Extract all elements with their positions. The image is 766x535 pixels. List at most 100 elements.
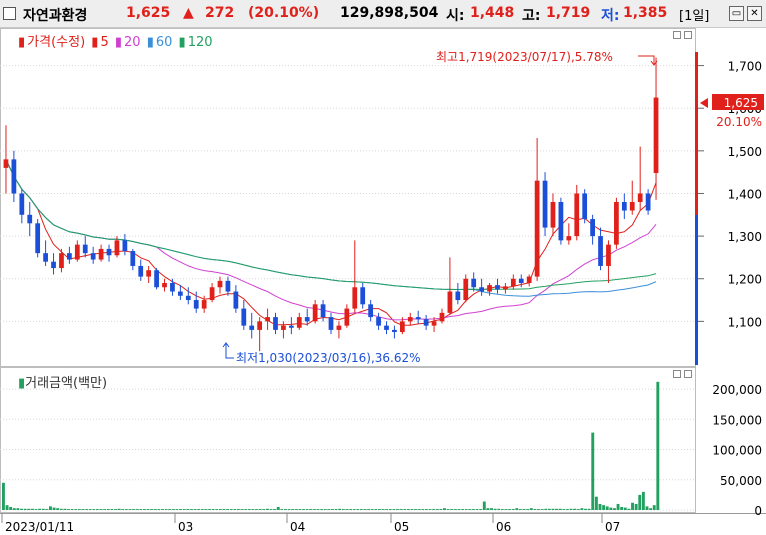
volume-bar <box>244 509 248 510</box>
volume-bars <box>2 381 660 510</box>
close-button[interactable]: ✕ <box>747 6 762 21</box>
candle-body <box>328 317 334 330</box>
period-selector[interactable]: [1일] <box>679 5 709 24</box>
candle-body <box>59 253 64 269</box>
low-arrow-icon <box>222 342 234 359</box>
select-checkbox[interactable] <box>3 7 16 20</box>
volume-bar <box>493 508 497 510</box>
volume-bar <box>157 509 161 510</box>
trade-volume: 129,898,504 <box>340 5 439 21</box>
volume-bar <box>265 508 269 510</box>
candle-body <box>154 270 159 288</box>
volume-bar <box>652 505 656 510</box>
candle-body <box>471 278 477 288</box>
x-tick-label: 07 <box>605 520 620 534</box>
volume-bar <box>124 509 128 510</box>
volume-bar <box>269 509 273 510</box>
candle-body <box>566 236 572 241</box>
candle-body <box>637 193 643 202</box>
volume-bar <box>85 509 89 510</box>
volume-bar <box>161 509 164 510</box>
volume-bar <box>569 508 573 510</box>
candle-body <box>415 317 421 320</box>
volume-bar <box>584 508 587 510</box>
volume-bar <box>12 508 16 510</box>
volume-bar <box>323 509 327 510</box>
volume-bar <box>334 509 338 510</box>
volume-bar <box>425 509 428 510</box>
candle-body <box>11 159 17 194</box>
volume-bar <box>504 509 508 510</box>
volume-bar <box>56 508 60 510</box>
volume-bar <box>153 509 157 510</box>
volume-bar <box>255 509 258 510</box>
volume-bar <box>331 509 334 510</box>
volume-tick-label: 200,000 <box>712 383 762 397</box>
x-tick-label: 2023/01/11 <box>5 520 74 534</box>
candle-body <box>510 278 516 287</box>
volume-bar <box>468 509 472 510</box>
candle-body <box>138 265 144 277</box>
volume-bar <box>171 509 175 510</box>
x-tick-label: 03 <box>178 520 193 534</box>
volume-bar <box>435 509 439 510</box>
volume-bar <box>428 509 432 510</box>
current-price: 1,625 <box>126 5 171 21</box>
volume-bar <box>656 381 660 510</box>
volume-bar <box>305 509 309 510</box>
volume-bar <box>23 508 27 510</box>
candle-body <box>304 317 310 322</box>
volume-bar <box>222 509 226 510</box>
volume-bar <box>526 509 530 510</box>
volume-bar <box>403 509 407 510</box>
candle-body <box>463 278 469 301</box>
volume-bar <box>381 509 385 510</box>
stock-name: 자연과환경 <box>23 8 88 24</box>
candle-body <box>170 283 175 292</box>
volume-bar <box>359 509 363 510</box>
candle-body <box>114 240 120 256</box>
volume-bar <box>81 509 85 510</box>
volume-bar <box>414 509 418 510</box>
candle-body <box>606 244 611 266</box>
restore-button[interactable]: ▭ <box>729 6 744 21</box>
volume-bar <box>475 509 479 510</box>
volume-bar <box>356 509 360 510</box>
volume-bar <box>519 509 522 510</box>
candle-body <box>249 325 255 330</box>
candle-body <box>392 329 397 333</box>
volume-bar <box>490 508 493 510</box>
open-price: 1,448 <box>470 5 515 21</box>
volume-bar <box>421 509 425 510</box>
volume-bar <box>461 509 465 510</box>
candle-body <box>281 325 286 330</box>
volume-bar <box>284 509 287 510</box>
candle-body <box>621 202 627 211</box>
price-change-pct: (20.10%) <box>248 5 320 21</box>
volume-bar <box>20 508 23 510</box>
volume-bar <box>251 509 255 510</box>
candle-body <box>51 261 56 269</box>
volume-bar <box>237 509 240 510</box>
volume-bar <box>175 509 179 510</box>
volume-bar <box>352 509 356 510</box>
volume-bar <box>558 508 562 510</box>
x-tick-label: 05 <box>394 520 409 534</box>
volume-bar <box>388 509 392 510</box>
candle-body <box>3 159 9 168</box>
volume-bar <box>486 508 490 510</box>
volume-bar <box>240 509 244 510</box>
volume-bar <box>121 509 125 510</box>
candle-body <box>518 278 524 283</box>
candle-body <box>201 300 207 309</box>
volume-bar <box>540 509 544 510</box>
candle-body <box>574 193 580 237</box>
volume-bar <box>406 509 410 510</box>
candle-body <box>495 285 500 290</box>
volume-bar <box>193 509 197 510</box>
candle-body <box>629 202 635 211</box>
volume-bar <box>312 509 316 510</box>
volume-bar <box>117 508 121 510</box>
axis-ticks: 1,1001,2001,3001,4001,5001,6001,700050,0… <box>1 60 762 534</box>
volume-bar <box>110 509 114 510</box>
